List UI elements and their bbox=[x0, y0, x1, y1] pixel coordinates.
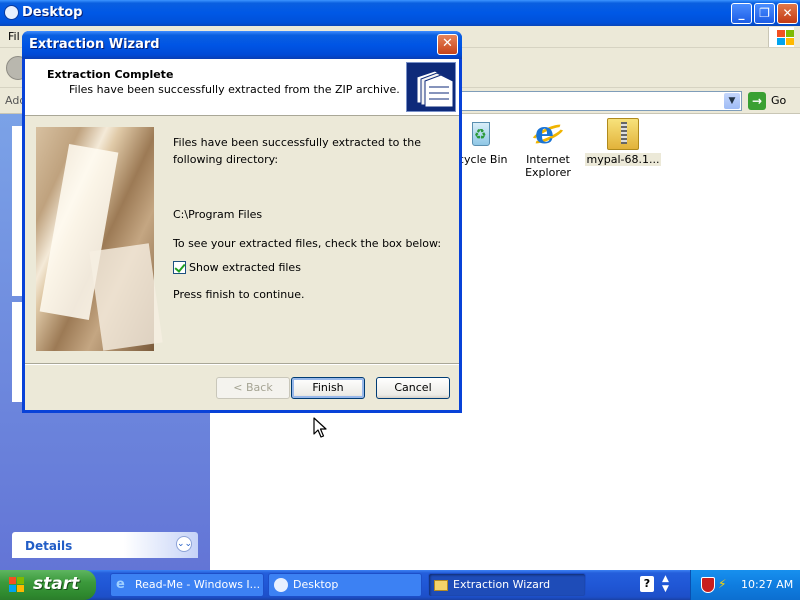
system-tray: ⚡ 10:27 AM bbox=[690, 570, 800, 600]
details-label: Details bbox=[25, 539, 73, 553]
finish-button[interactable]: Finish bbox=[291, 377, 365, 399]
go-button[interactable]: → Go bbox=[748, 92, 798, 110]
go-arrow-icon: → bbox=[748, 92, 766, 110]
taskbar-item-label: Extraction Wizard bbox=[453, 578, 551, 591]
wizard-subheading: Files have been successfully extracted f… bbox=[69, 83, 400, 96]
zip-file-item[interactable]: mypal-68.1... bbox=[583, 118, 663, 166]
expand-chevron-icon[interactable]: ⌄⌄ bbox=[176, 536, 192, 552]
wizard-message-checkbox: To see your extracted files, check the b… bbox=[173, 237, 442, 250]
extraction-wizard-dialog: Extraction Wizard ✕ Extraction Complete … bbox=[22, 31, 462, 413]
start-button[interactable]: start bbox=[0, 570, 96, 600]
folder-documents-icon bbox=[406, 62, 456, 112]
internet-explorer-icon: e bbox=[529, 118, 567, 150]
wizard-directory-path: C:\Program Files bbox=[173, 208, 263, 221]
scroll-arrows-icon[interactable]: ▲ ▼ bbox=[662, 574, 669, 594]
task-panel-stub bbox=[12, 126, 22, 296]
desktop-app-icon bbox=[274, 578, 288, 592]
internet-explorer-label: Internet Explorer bbox=[525, 153, 571, 179]
taskbar-item-extraction-wizard[interactable]: Extraction Wizard bbox=[428, 573, 586, 597]
show-extracted-files-checkbox[interactable] bbox=[173, 261, 186, 274]
wizard-title: Extraction Wizard bbox=[29, 37, 160, 52]
menu-file[interactable]: Fil bbox=[8, 30, 20, 43]
wizard-header: Extraction Complete Files have been succ… bbox=[25, 59, 459, 116]
internet-explorer-icon: e bbox=[116, 577, 125, 592]
start-label: start bbox=[33, 574, 80, 594]
wizard-side-image bbox=[36, 127, 163, 351]
wizard-heading: Extraction Complete bbox=[47, 68, 174, 81]
taskbar-item-label: Desktop bbox=[293, 578, 339, 591]
taskbar-item-desktop[interactable]: Desktop bbox=[268, 573, 422, 597]
wizard-body: Files have been successfully extracted t… bbox=[25, 117, 459, 363]
chevron-down-icon[interactable]: ▼ bbox=[724, 93, 740, 109]
zip-folder-icon bbox=[607, 118, 639, 150]
network-icon[interactable]: ⚡ bbox=[718, 577, 732, 591]
wizard-message-finish: Press finish to continue. bbox=[173, 288, 305, 301]
address-input[interactable]: ▼ bbox=[460, 91, 742, 111]
security-shield-icon[interactable] bbox=[701, 577, 715, 593]
recycle-bin-icon: ♻ bbox=[464, 118, 496, 150]
explorer-title-bar[interactable]: Desktop _ ❐ ✕ bbox=[0, 0, 800, 26]
windows-logo-icon bbox=[768, 27, 794, 47]
task-panel-stub bbox=[12, 302, 22, 402]
clock[interactable]: 10:27 AM bbox=[741, 578, 793, 591]
zip-file-label: mypal-68.1... bbox=[584, 153, 662, 166]
cancel-button[interactable]: Cancel bbox=[376, 377, 450, 399]
wizard-close-button[interactable]: ✕ bbox=[437, 34, 458, 55]
explorer-close-button[interactable]: ✕ bbox=[777, 3, 798, 24]
wizard-separator bbox=[25, 363, 459, 365]
internet-explorer-item[interactable]: e Internet Explorer bbox=[508, 118, 588, 180]
wizard-title-bar[interactable]: Extraction Wizard ✕ bbox=[22, 31, 462, 59]
go-label: Go bbox=[771, 94, 787, 107]
details-panel-header[interactable]: Details ⌄⌄ bbox=[12, 532, 198, 558]
wizard-message-destination: Files have been successfully extracted t… bbox=[173, 136, 421, 166]
taskbar-item-label: Read-Me - Windows I... bbox=[135, 578, 261, 591]
windows-flag-icon bbox=[9, 577, 26, 593]
taskbar: start e Read-Me - Windows I... Desktop E… bbox=[0, 570, 800, 600]
back-button[interactable]: < Back bbox=[216, 377, 290, 399]
help-icon[interactable]: ? bbox=[640, 576, 654, 592]
explorer-title: Desktop bbox=[22, 5, 83, 20]
desktop-app-icon bbox=[4, 5, 19, 20]
show-extracted-files-label[interactable]: Show extracted files bbox=[189, 259, 301, 276]
mouse-cursor-icon bbox=[313, 417, 327, 438]
folder-icon bbox=[434, 580, 448, 591]
taskbar-item-readme[interactable]: e Read-Me - Windows I... bbox=[110, 573, 264, 597]
maximize-button[interactable]: ❐ bbox=[754, 3, 775, 24]
minimize-button[interactable]: _ bbox=[731, 3, 752, 24]
